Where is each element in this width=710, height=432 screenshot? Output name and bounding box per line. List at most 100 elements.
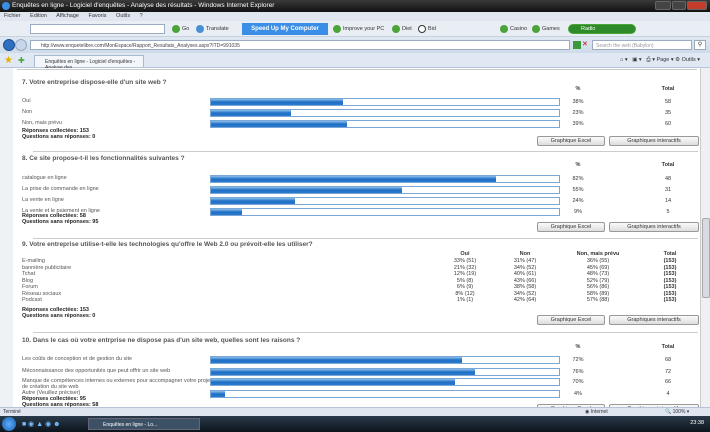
taskbar: ■ ◉ ▲ ◉ ☻ Enquêtes en ligne - Lo... 23:3… [0,416,710,432]
menu-help[interactable]: ? [140,13,143,19]
non-prevu-value: 52% (79) [586,277,610,284]
percent-value: 4% [574,391,582,397]
non-value: 34% (52) [513,264,537,271]
maximize-button[interactable] [672,1,686,10]
zone-indicator: ◉ Internet [585,409,608,415]
start-button[interactable] [2,417,16,431]
technology-label: bannière publicitaire [22,264,72,271]
ie-icon [2,2,10,10]
total-value: 14 [664,198,672,204]
address-bar: http://www.enquetelibre.com/MonEspace/Ra… [0,37,710,53]
speed-up-button[interactable]: Speed Up My Computer [242,23,328,35]
row-checkbox[interactable] [7,198,13,204]
non-prevu-value: 45% (69) [586,264,610,271]
menu-affichage[interactable]: Affichage [56,13,79,19]
total-value: (153) [663,258,677,264]
technology-label: E-mailing [22,258,45,264]
quick-launch-icons[interactable]: ■ ◉ ▲ ◉ ☻ [22,420,61,428]
scrollbar-thumb[interactable] [702,218,710,298]
total-value: 5 [666,209,670,215]
casino-button[interactable]: Casino [500,24,527,34]
add-favorites-icon[interactable]: ✚ [18,56,25,65]
excel-chart-button[interactable]: Graphique Excel [537,136,605,146]
diet-button[interactable]: Diet [392,24,412,34]
total-value: 48 [664,176,672,182]
diet-label: Diet [402,26,412,32]
row-checkbox[interactable] [7,379,13,385]
non-value: 40% (61) [513,271,537,277]
row-checkbox[interactable] [7,121,13,127]
row-checkbox[interactable] [7,176,13,182]
search-icon[interactable]: ⚲ [694,40,706,50]
answer-label: Manque de compétences internes ou extern… [22,378,212,390]
close-button[interactable] [687,1,707,10]
go-label: Go [182,26,190,32]
oui-value: 5% (8) [456,277,474,284]
row-checkbox[interactable] [7,99,13,105]
result-bar-fill [211,369,476,375]
forward-button[interactable] [15,39,27,51]
zoom-level[interactable]: 🔍 100% ▾ [665,409,689,415]
technology-label: Blog [22,277,34,284]
column-header-non: Non [519,251,531,257]
percent-value: 24% [572,198,584,204]
menu-edition[interactable]: Edition [30,13,47,19]
interactive-charts-button[interactable]: Graphiques interactifs [609,222,699,232]
menu-favoris[interactable]: Favoris [88,13,106,19]
result-bar-fill [211,391,225,397]
column-header-total: Total [663,251,677,257]
percent-value: 39% [572,121,584,127]
radio-widget[interactable]: Radio [568,24,636,34]
non-prevu-value: 48% (73) [586,271,610,277]
menu-fichier[interactable]: Fichier [4,13,21,19]
excel-chart-button[interactable]: Graphique Excel [537,222,605,232]
interactive-charts-button[interactable]: Graphiques interactifs [609,315,699,325]
go-icon [172,25,180,33]
row-checkbox[interactable] [7,110,13,116]
stop-icon[interactable]: ✕ [582,41,590,49]
oui-value: 33% (51) [453,258,477,264]
games-button[interactable]: Games [532,24,560,34]
technology-label: Forum [22,284,38,290]
excel-chart-button[interactable]: Graphique Excel [537,315,605,325]
interactive-charts-button[interactable]: Graphiques interactifs [609,136,699,146]
result-bar [210,175,560,183]
row-checkbox[interactable] [7,357,13,363]
total-value: (153) [663,297,677,303]
total-header: Total [661,162,675,168]
url-input[interactable]: http://www.enquetelibre.com/MonEspace/Ra… [30,40,570,50]
go-button[interactable]: Go [172,24,189,34]
refresh-icon[interactable] [573,41,581,49]
section-divider [33,151,698,152]
row-checkbox[interactable] [7,209,13,215]
improve-pc-button[interactable]: Improve your PC [333,24,384,34]
page-menu[interactable]: Page [657,57,670,63]
tab-active[interactable]: Enquêtes en ligne - Logiciel d'enquêtes … [34,55,144,71]
status-bar: Terminé ◉ Internet 🔍 100% ▾ [0,407,710,416]
command-bar: ⌂ ▾ ▣ ▾ ⎙ ▾ Page ▾ ⚙ Outils ▾ [620,57,700,63]
row-checkbox[interactable] [7,369,13,375]
menu-outils[interactable]: Outils [116,13,130,19]
technology-label: Podcast [22,297,42,303]
row-checkbox[interactable] [7,391,13,397]
result-bar [210,368,560,376]
total-value: 68 [664,357,672,363]
tools-menu[interactable]: Outils [682,57,696,63]
bid-button[interactable]: Bid [418,24,436,34]
taskbar-item-ie[interactable]: Enquêtes en ligne - Lo... [88,418,200,430]
result-bar-fill [211,121,347,127]
toolbar-search-input[interactable] [30,24,165,34]
back-button[interactable] [3,39,15,51]
translate-button[interactable]: Translate [196,24,229,34]
oui-value: 12% (19) [453,271,477,277]
non-value: 38% (58) [513,284,537,290]
result-bar [210,378,560,386]
web-search-input[interactable]: Search the web (Babylon) [592,40,692,50]
favorites-star-icon[interactable]: ★ [4,55,13,66]
percent-value: 55% [572,187,584,193]
minimize-button[interactable] [655,1,671,10]
row-checkbox[interactable] [7,187,13,193]
vertical-scrollbar[interactable] [700,68,710,407]
percent-value: 23% [572,110,584,116]
diet-icon [392,25,400,33]
